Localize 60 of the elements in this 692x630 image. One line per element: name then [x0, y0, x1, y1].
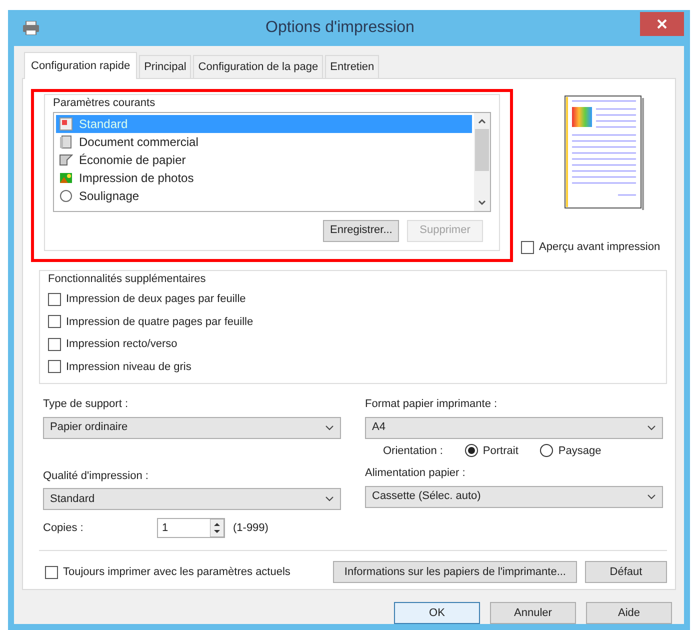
group-label: Paramètres courants [53, 96, 156, 111]
radio-label: Portrait [482, 444, 518, 458]
tab[interactable]: Entretien [325, 54, 380, 78]
list-item[interactable]: Document commercial [56, 132, 472, 150]
tab[interactable]: Configuration rapide [24, 52, 138, 79]
close-icon [657, 18, 667, 29]
checkbox[interactable] [48, 360, 61, 374]
field-label: Alimentation papier : [365, 466, 466, 481]
group-label: Fonctionnalités supplémentaires [48, 272, 207, 286]
range-label: (1-999) [233, 520, 268, 536]
checkbox-label: Aperçu avant impression [539, 240, 660, 255]
checkbox-label: Impression recto/verso [66, 337, 178, 352]
radio-button[interactable] [464, 444, 478, 458]
checkbox[interactable] [48, 315, 61, 328]
checkbox[interactable] [45, 566, 58, 578]
field-label: Copies : [43, 520, 84, 536]
ok-button[interactable]: OK [394, 602, 480, 624]
checkbox-label: Impression niveau de gris [66, 360, 192, 374]
photo-icon [59, 170, 73, 184]
radio-label: Paysage [558, 444, 602, 458]
caret-icon [647, 424, 656, 430]
save-button[interactable]: Enregistrer... [323, 220, 399, 242]
document-icon [59, 134, 73, 148]
caret-icon [325, 424, 334, 430]
field-label: Format papier imprimante : [365, 397, 498, 412]
paper-info-button[interactable]: Informations sur les papiers de l'imprimante... [333, 561, 577, 583]
scrollbar[interactable] [474, 112, 490, 210]
preset-list[interactable]: Standard Document commercial Économie de papier Impression de photos Soulignage [53, 112, 491, 212]
dropdown[interactable]: Papier ordinaire [43, 416, 341, 438]
spin-field[interactable]: 1 [157, 518, 225, 538]
tab[interactable]: Configuration de la page [193, 54, 324, 78]
checkbox[interactable] [48, 292, 61, 306]
list-item[interactable]: Impression de photos [56, 168, 472, 186]
field-label: Qualité d'impression : [43, 468, 150, 484]
dropdown[interactable]: Standard [43, 488, 341, 510]
caret-icon [325, 496, 334, 502]
field-label: Type de support : [43, 397, 129, 412]
checkbox-label: Toujours imprimer avec les paramètres actuels [63, 564, 290, 580]
dropdown[interactable]: Cassette (Sélec. auto) [365, 486, 663, 508]
tab[interactable]: Principal [139, 54, 192, 78]
checkbox[interactable] [521, 240, 534, 254]
close-button[interactable] [640, 12, 684, 36]
caret-icon [647, 494, 656, 500]
default-button[interactable]: Défaut [585, 561, 667, 583]
list-item[interactable]: Économie de papier [56, 150, 472, 168]
circle-icon [59, 188, 73, 202]
cancel-button[interactable]: Annuler [490, 602, 576, 624]
help-button[interactable]: Aide [586, 602, 672, 624]
window-title: Options d'impression [264, 18, 416, 38]
document-icon [59, 116, 73, 130]
spin-arrows-icon[interactable] [210, 519, 224, 537]
dropdown[interactable]: A4 [365, 416, 663, 438]
list-item[interactable]: Soulignage [56, 186, 472, 204]
checkbox[interactable] [48, 338, 61, 351]
checkbox-label: Impression de quatre pages par feuille [66, 314, 254, 330]
field-label: Orientation : [383, 444, 443, 458]
paper-icon [59, 152, 73, 166]
checkbox-label: Impression de deux pages par feuille [66, 292, 246, 307]
radio-button[interactable] [540, 444, 554, 458]
printer-icon [22, 20, 40, 35]
